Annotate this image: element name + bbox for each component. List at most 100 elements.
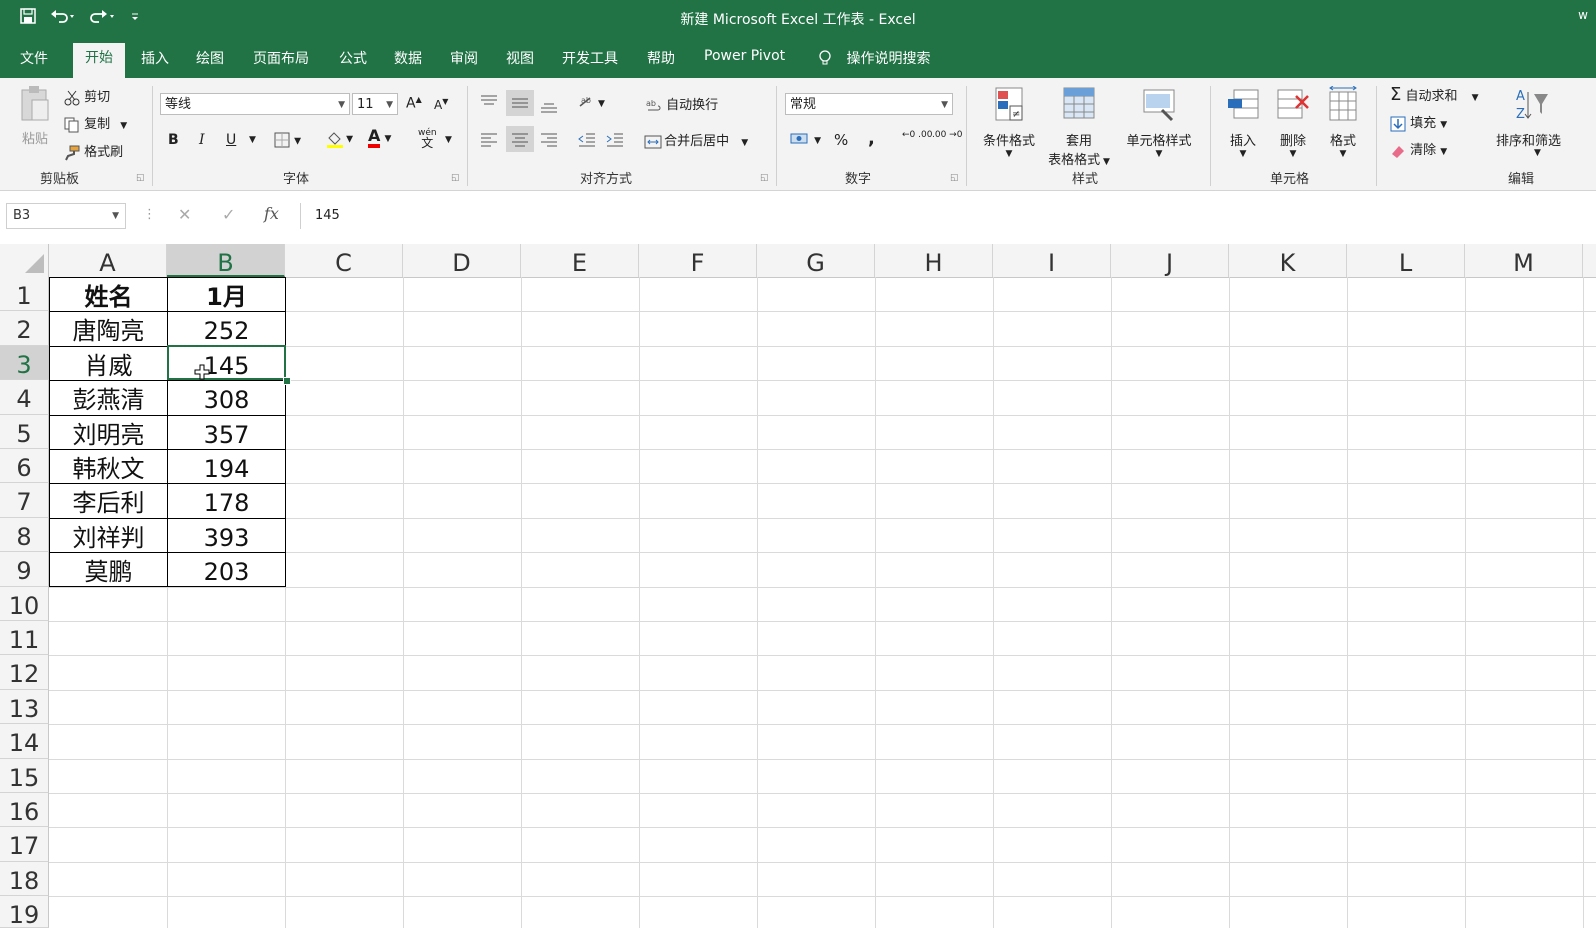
align-left-button[interactable] [480,131,497,147]
insert-cells-button[interactable]: 插入 ▼ [1222,86,1264,159]
tell-me-search[interactable]: 操作说明搜索 [818,48,930,68]
row-header-14[interactable]: 14 [0,724,49,759]
cell-a5[interactable]: 刘明亮 [49,414,167,449]
cell-b8[interactable]: 393 [167,517,285,553]
column-header-j[interactable]: J [1111,244,1229,277]
cell-b9[interactable]: 203 [167,552,285,587]
clear-button[interactable]: 清除 ▼ [1390,139,1447,159]
cell-b6[interactable]: 194 [167,449,285,484]
row-header-9[interactable]: 9 [0,552,49,587]
align-right-button[interactable] [540,131,557,147]
copy-button[interactable]: 复制 ▼ [64,113,127,133]
fill-dropdown-icon[interactable]: ▼ [1440,120,1447,130]
cut-button[interactable]: 剪切 [64,86,110,106]
column-header-h[interactable]: H [875,244,993,277]
percent-button[interactable]: % [834,131,848,149]
name-box[interactable]: B3 ▼ [6,203,126,229]
cell-a7[interactable]: 李后利 [49,483,167,518]
cell-a8[interactable]: 刘祥判 [49,517,167,553]
font-color-button[interactable]: A ▼ [368,128,391,148]
cell-b5[interactable]: 357 [167,414,285,449]
row-header-7[interactable]: 7 [0,483,49,518]
tab-help[interactable]: 帮助 [647,48,675,68]
row-header-8[interactable]: 8 [0,517,49,553]
column-header-b[interactable]: B [167,244,285,277]
select-all-button[interactable] [0,244,49,277]
tab-formulas[interactable]: 公式 [339,48,367,68]
cell-a6[interactable]: 韩秋文 [49,449,167,484]
orientation-button[interactable]: ab ▼ [578,94,605,110]
accounting-format-button[interactable]: ▼ [790,131,821,147]
insert-function-button[interactable]: fx [264,204,279,223]
row-header-15[interactable]: 15 [0,758,49,793]
font-size-select[interactable]: 11 ▼ [352,93,398,115]
fill-color-dropdown-icon[interactable]: ▼ [346,135,353,145]
phonetic-dropdown-icon[interactable]: ▼ [445,135,452,145]
tab-data[interactable]: 数据 [394,48,422,68]
font-launcher-icon[interactable]: ◱ [451,173,460,183]
column-header-d[interactable]: D [403,244,521,277]
column-header-i[interactable]: I [993,244,1111,277]
cell-a2[interactable]: 唐陶亮 [49,311,167,346]
column-header-c[interactable]: C [285,244,403,277]
cell-b2[interactable]: 252 [167,311,285,346]
fill-button[interactable]: 填充 ▼ [1390,112,1447,132]
column-header-f[interactable]: F [639,244,757,277]
decrease-font-button[interactable]: A▼ [434,97,448,112]
conditional-formatting-button[interactable]: ≠ 条件格式 ▼ [978,86,1040,159]
column-header-g[interactable]: G [757,244,875,277]
paste-button[interactable]: 粘贴 [14,84,56,147]
format-painter-button[interactable]: 格式刷 [64,141,123,161]
row-header-12[interactable]: 12 [0,655,49,690]
tab-home[interactable]: 开始 [73,43,125,78]
increase-font-button[interactable]: A▲ [406,95,422,112]
align-top-button[interactable] [480,94,497,110]
row-header-5[interactable]: 5 [0,414,49,449]
decrease-indent-button[interactable] [578,131,595,147]
increase-decimal-button[interactable]: ←0 .00 [902,130,932,140]
accounting-dropdown-icon[interactable]: ▼ [814,136,821,146]
formula-input[interactable]: 145 [300,203,1596,229]
row-header-13[interactable]: 13 [0,689,49,725]
number-format-select[interactable]: 常规 ▼ [785,93,953,115]
cell-b4[interactable]: 308 [167,380,285,415]
increase-indent-button[interactable] [606,131,623,147]
row-header-2[interactable]: 2 [0,311,49,346]
column-header-k[interactable]: K [1229,244,1347,277]
alignment-launcher-icon[interactable]: ◱ [760,173,769,183]
column-header-e[interactable]: E [521,244,639,277]
copy-dropdown-icon[interactable]: ▼ [120,121,127,131]
cell-b1[interactable]: 1月 [167,277,285,312]
cell-a4[interactable]: 彭燕清 [49,380,167,415]
autosum-button[interactable]: Σ 自动求和 ▼ [1390,84,1479,105]
clipboard-launcher-icon[interactable]: ◱ [136,173,145,183]
fill-color-button[interactable]: ▼ [326,130,353,148]
row-header-11[interactable]: 11 [0,621,49,656]
autosum-dropdown-icon[interactable]: ▼ [1472,93,1479,103]
tab-power-pivot[interactable]: Power Pivot [704,48,785,64]
row-header-3[interactable]: 3 [0,345,49,381]
merge-dropdown-icon[interactable]: ▼ [741,138,748,148]
tab-file[interactable]: 文件 [20,48,48,68]
bold-button[interactable]: B [168,132,179,148]
font-name-select[interactable]: 等线 ▼ [160,93,350,115]
underline-dropdown-icon[interactable]: ▼ [249,135,256,145]
phonetic-button[interactable]: wén 文 [418,128,437,149]
column-header-a[interactable]: A [49,244,167,277]
column-header-m[interactable]: M [1465,244,1583,277]
orientation-dropdown-icon[interactable]: ▼ [598,99,605,109]
column-header-l[interactable]: L [1347,244,1465,277]
cell-b7[interactable]: 178 [167,483,285,518]
number-launcher-icon[interactable]: ◱ [950,173,959,183]
row-header-1[interactable]: 1 [0,277,49,312]
row-header-17[interactable]: 17 [0,827,49,862]
align-center-button[interactable] [506,126,534,152]
cell-a3[interactable]: 肖威 [49,345,167,381]
tab-draw[interactable]: 绘图 [196,48,224,68]
border-button[interactable]: ▼ [274,132,301,148]
sort-filter-button[interactable]: AZ 排序和筛选 [1496,86,1576,149]
row-header-4[interactable]: 4 [0,380,49,415]
row-header-19[interactable]: 19 [0,896,49,929]
decrease-decimal-button[interactable]: .00 →0 [932,130,962,140]
cell-a9[interactable]: 莫鹏 [49,552,167,587]
